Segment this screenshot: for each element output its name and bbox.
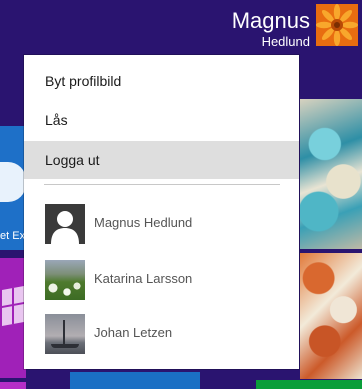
lock-menu-item[interactable]: Lås: [24, 101, 299, 139]
partial-tile[interactable]: [0, 382, 26, 389]
account-name: Johan Letzen: [94, 325, 173, 340]
orange-flower-icon: [316, 4, 358, 46]
default-user-silhouette-icon: [45, 204, 85, 244]
internet-explorer-tile[interactable]: et Ex: [0, 126, 26, 250]
account-item-johan[interactable]: Johan Letzen: [24, 312, 299, 356]
account-item-katarina[interactable]: Katarina Larsson: [24, 258, 299, 302]
sign-out-menu-item[interactable]: Logga ut: [24, 141, 299, 179]
sailboat-photo: [45, 314, 85, 354]
sailboat-hull: [51, 344, 79, 348]
internet-explorer-tile-label: et Ex: [0, 230, 26, 242]
account-name: Magnus Hedlund: [94, 215, 193, 230]
store-tile[interactable]: [0, 258, 26, 378]
partial-tile[interactable]: [256, 380, 362, 389]
account-menu: Byt profilbild Lås Logga ut Magnus Hedlu…: [24, 55, 299, 369]
account-item-magnus[interactable]: Magnus Hedlund: [24, 202, 299, 246]
user-account-button[interactable]: Magnus Hedlund: [158, 4, 358, 48]
user-first-name: Magnus: [231, 8, 310, 33]
change-picture-menu-item[interactable]: Byt profilbild: [24, 62, 299, 100]
photo-tile-pools[interactable]: [300, 99, 362, 249]
account-name: Katarina Larsson: [94, 271, 193, 286]
photo-tile-rooftops[interactable]: [300, 253, 362, 379]
windows-logo-icon: [2, 286, 24, 326]
user-last-name: Hedlund: [261, 34, 310, 49]
meadow-photo: [45, 260, 85, 300]
menu-divider: [44, 184, 280, 185]
partial-tile[interactable]: [70, 372, 200, 389]
internet-explorer-icon: [0, 162, 26, 202]
